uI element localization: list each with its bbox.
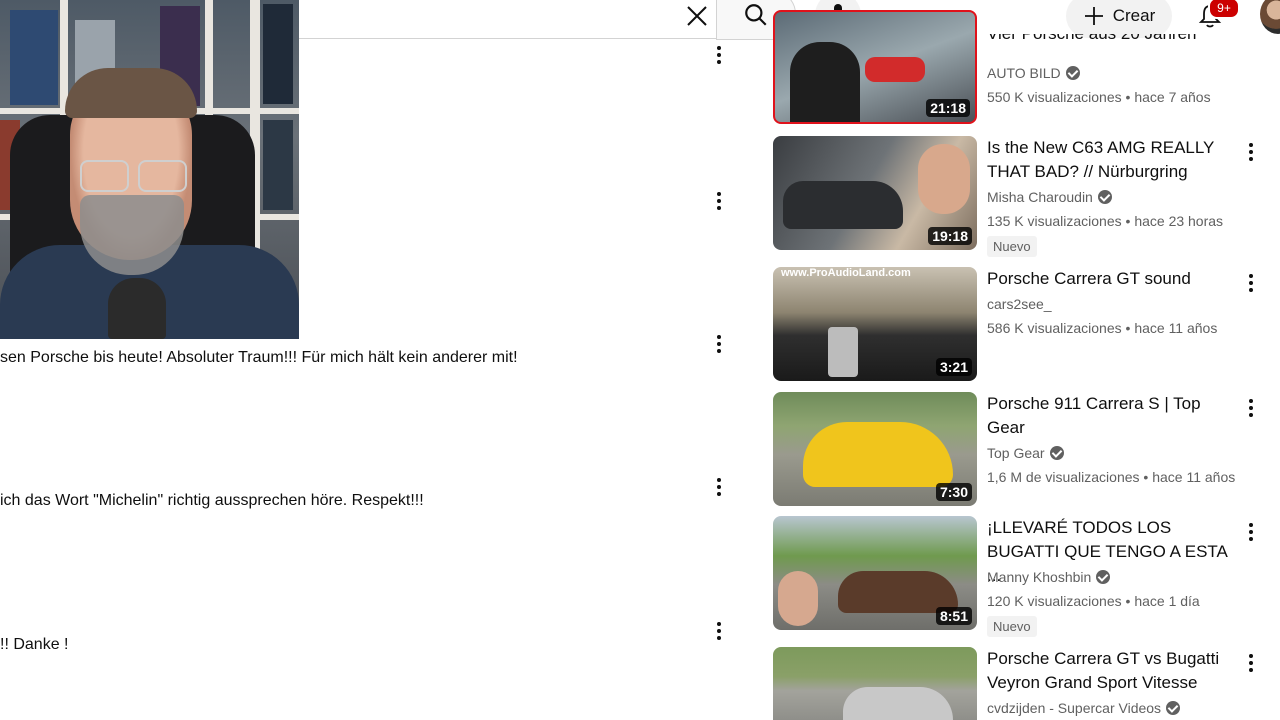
thumb-car <box>783 181 903 229</box>
search-icon <box>745 4 767 26</box>
verified-icon <box>1049 446 1064 460</box>
video-meta: 586 K visualizaciones • hace 11 años <box>987 320 1218 336</box>
video-menu-button[interactable] <box>1239 651 1263 675</box>
more-vert-icon <box>717 335 721 353</box>
video-duration: 19:18 <box>928 227 972 245</box>
video-meta: 120 K visualizaciones • hace 1 día <box>987 593 1200 609</box>
video-menu-button[interactable] <box>1239 271 1263 295</box>
comment-text: !! Danke ! <box>0 636 69 653</box>
video-menu-button[interactable] <box>1239 520 1263 544</box>
more-vert-icon <box>717 192 721 210</box>
comment-text: ich das Wort "Michelin" richtig aussprec… <box>0 492 424 509</box>
video-title[interactable]: Porsche 911 Carrera S | Top Gear <box>987 392 1242 440</box>
video-thumbnail[interactable]: 21:18 <box>773 10 977 124</box>
comment-menu-button[interactable] <box>707 43 731 67</box>
video-meta: 1,6 M de visualizaciones • hace 11 años <box>987 469 1236 485</box>
video-title[interactable]: Porsche Carrera GT vs Bugatti Veyron Gra… <box>987 647 1242 695</box>
comment-menu-button[interactable] <box>707 189 731 213</box>
search-input[interactable] <box>290 0 745 39</box>
more-vert-icon <box>1249 523 1253 541</box>
verified-icon <box>1096 570 1111 584</box>
verified-icon <box>1065 66 1080 80</box>
shelf-item <box>10 10 58 105</box>
thumb-car <box>803 422 953 487</box>
video-channel[interactable]: cvdzijden - Supercar Videos <box>987 700 1181 716</box>
channel-name: cvdzijden - Supercar Videos <box>987 700 1162 716</box>
channel-name: Top Gear <box>987 445 1045 461</box>
comment-menu-button[interactable] <box>707 475 731 499</box>
video-thumbnail[interactable]: 7:30 <box>773 392 977 506</box>
new-badge: Nuevo <box>987 616 1037 637</box>
video-thumbnail[interactable] <box>773 647 977 720</box>
video-channel[interactable]: AUTO BILD <box>987 65 1080 81</box>
thumb-watermark: www.ProAudioLand.com <box>781 267 911 279</box>
more-vert-icon <box>1249 143 1253 161</box>
video-channel[interactable]: Manny Khoshbin <box>987 569 1111 585</box>
comment-text: sen Porsche bis heute! Absoluter Traum!!… <box>0 349 518 366</box>
related-video[interactable]: Porsche Carrera GT vs Bugatti Veyron Gra… <box>773 647 1263 720</box>
video-channel[interactable]: cars2see_ <box>987 296 1052 312</box>
verified-icon <box>1097 190 1112 204</box>
comment-menu-button[interactable] <box>707 332 731 356</box>
verified-icon <box>1166 701 1181 715</box>
thumb-car <box>843 687 953 720</box>
glasses-lens <box>80 160 129 192</box>
more-vert-icon <box>1249 274 1253 292</box>
related-video[interactable]: www.ProAudioLand.com 3:21 Porsche Carrer… <box>773 267 1263 383</box>
video-channel[interactable]: Misha Charoudin <box>987 189 1112 205</box>
shelf-item <box>263 120 293 210</box>
video-title[interactable]: Vier Porsche aus 20 Jahren <box>987 34 1242 58</box>
video-duration: 7:30 <box>935 483 972 501</box>
avatar[interactable] <box>1260 0 1280 34</box>
thumb-person <box>790 42 860 122</box>
channel-name: Manny Khoshbin <box>987 569 1092 585</box>
person-hair <box>65 68 197 118</box>
more-vert-icon <box>1249 654 1253 672</box>
more-vert-icon <box>717 478 721 496</box>
video-title[interactable]: Porsche Carrera GT sound <box>987 267 1242 291</box>
video-duration: 21:18 <box>926 99 970 117</box>
related-video[interactable]: 8:51 ¡LLEVARÉ TODOS LOS BUGATTI QUE TENG… <box>773 516 1263 637</box>
video-meta: 550 K visualizaciones • hace 7 años <box>987 89 1211 105</box>
more-vert-icon <box>717 46 721 64</box>
video-thumbnail[interactable]: 8:51 <box>773 516 977 630</box>
video-thumbnail[interactable]: 19:18 <box>773 136 977 250</box>
clear-search-button[interactable] <box>680 0 714 32</box>
video-thumbnail[interactable]: www.ProAudioLand.com 3:21 <box>773 267 977 381</box>
close-icon <box>687 6 707 26</box>
thumb-person <box>778 571 818 626</box>
video-meta: 135 K visualizaciones • hace 23 horas <box>987 213 1224 229</box>
video-channel[interactable]: Top Gear <box>987 445 1064 461</box>
channel-name: AUTO BILD <box>987 65 1061 81</box>
channel-name: Misha Charoudin <box>987 189 1093 205</box>
more-vert-icon <box>717 622 721 640</box>
video-title[interactable]: Is the New C63 AMG REALLY THAT BAD? // N… <box>987 136 1242 184</box>
video-menu-button[interactable] <box>1239 396 1263 420</box>
related-video[interactable]: 19:18 Is the New C63 AMG REALLY THAT BAD… <box>773 136 1263 257</box>
thumb-dashboard <box>828 327 858 377</box>
video-title-text: Vier Porsche aus 20 Jahren <box>987 34 1196 43</box>
microphone <box>108 278 166 339</box>
thumb-car <box>865 57 925 82</box>
glasses-lens <box>138 160 187 192</box>
comment-menu-button[interactable] <box>707 619 731 643</box>
webcam-overlay <box>0 0 299 339</box>
video-duration: 3:21 <box>935 358 972 376</box>
video-menu-button[interactable] <box>1239 140 1263 164</box>
related-video[interactable]: 7:30 Porsche 911 Carrera S | Top Gear To… <box>773 392 1263 508</box>
more-vert-icon <box>1249 399 1253 417</box>
shelf-item <box>263 4 293 104</box>
channel-name: cars2see_ <box>987 296 1052 312</box>
related-video[interactable]: 21:18 Vier Porsche aus 20 Jahren AUTO BI… <box>773 10 1263 125</box>
new-badge: Nuevo <box>987 236 1037 257</box>
video-duration: 8:51 <box>935 607 972 625</box>
thumb-person <box>918 144 970 214</box>
